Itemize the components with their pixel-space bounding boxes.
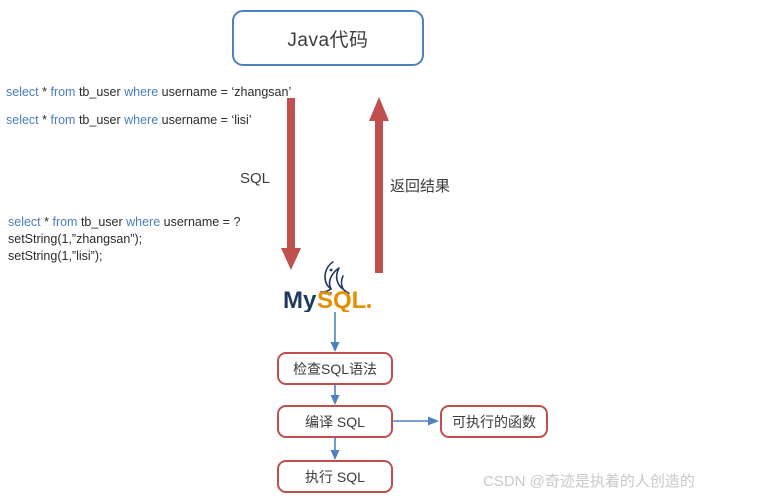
flow-box-compile-sql: 编译 SQL	[277, 405, 393, 438]
sql-table-name: tb_user	[77, 215, 127, 229]
sql-text: *	[40, 215, 53, 229]
diagram-canvas: Java代码 select * from tb_user where usern…	[0, 0, 771, 503]
flow-box-check-sql-syntax: 检查SQL语法	[277, 352, 393, 385]
sql-keyword-select: select	[6, 113, 39, 127]
result-arrow-label: 返回结果	[390, 178, 451, 195]
sql-keyword-select: select	[8, 215, 41, 229]
sql-arrow-label: SQL	[240, 170, 271, 187]
csdn-watermark: CSDN @奇迹是执着的人创造的	[483, 473, 695, 490]
mysql-wordmark-my: My	[283, 287, 317, 312]
sql-keyword-from: from	[50, 85, 76, 99]
set-string-line-2: setString(1,”lisi”);	[8, 249, 103, 263]
flow-box-executable-function: 可执行的函数	[440, 405, 548, 438]
sql-keyword-where: where	[124, 113, 159, 127]
mysql-logo: My SQL	[281, 260, 377, 312]
result-up-arrow	[369, 97, 389, 273]
sql-text: *	[38, 113, 51, 127]
flow-box-label: 执行 SQL	[305, 468, 365, 485]
sql-text: *	[38, 85, 51, 99]
sql-down-arrow	[281, 98, 301, 270]
connector-check-to-compile	[330, 384, 340, 405]
connector-compile-to-exec	[330, 437, 340, 460]
sql-keyword-from: from	[52, 215, 78, 229]
sql-table-name: tb_user	[75, 85, 125, 99]
sql-keyword-where: where	[124, 85, 159, 99]
flow-box-label: 可执行的函数	[452, 413, 536, 430]
sql-table-name: tb_user	[75, 113, 125, 127]
sql-condition: username = ‘zhangsan’	[158, 85, 292, 99]
mysql-wordmark-sql: SQL	[317, 287, 366, 312]
flow-box-execute-sql: 执行 SQL	[277, 460, 393, 493]
flow-box-label: 编译 SQL	[305, 413, 365, 430]
sql-keyword-from: from	[50, 113, 76, 127]
java-code-box: Java代码	[232, 10, 424, 66]
sql-placeholder-condition: username = ?	[160, 215, 241, 229]
flow-box-label: 检查SQL语法	[292, 360, 377, 377]
sql-keyword-where: where	[126, 215, 161, 229]
set-string-line-1: setString(1,”zhangsan”);	[8, 232, 143, 246]
sql-statement-line-1: select * from tb_user where username = ‘…	[6, 84, 291, 101]
connector-mysql-to-check	[330, 312, 340, 352]
connector-compile-to-function	[392, 416, 439, 426]
sql-keyword-select: select	[6, 85, 39, 99]
sql-statement-line-2: select * from tb_user where username = ‘…	[6, 112, 252, 129]
prepared-sql-line: select * from tb_user where username = ?	[8, 214, 240, 231]
sql-condition: username = ‘lisi’	[158, 113, 252, 127]
prepared-statement-block: select * from tb_user where username = ?…	[8, 214, 240, 265]
java-code-box-label: Java代码	[287, 29, 369, 51]
